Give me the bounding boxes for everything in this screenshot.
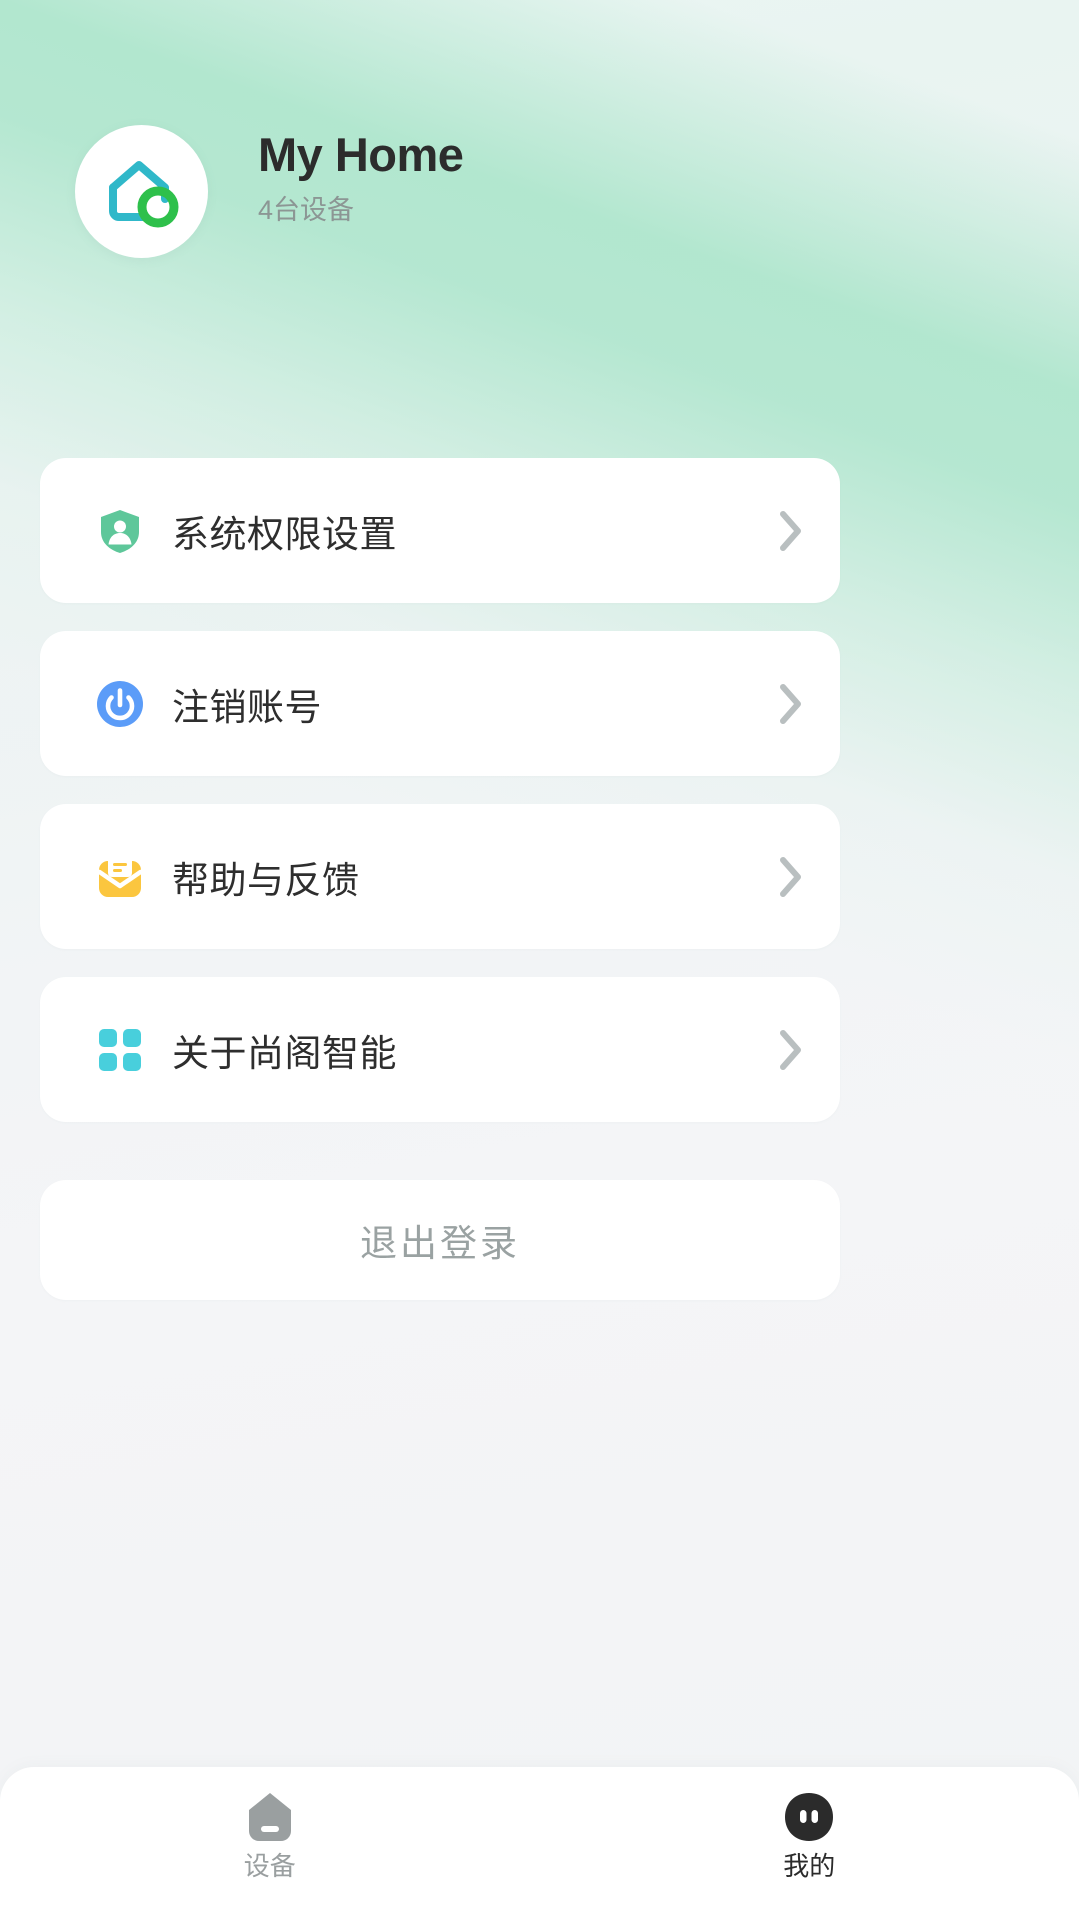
- app-screen: My Home 4台设备 系统权限设置 注销账号 帮助与反馈 关于尚阁智能 退出…: [0, 0, 1079, 1919]
- menu-item-label: 帮助与反馈: [172, 859, 360, 901]
- chevron-right-icon[interactable]: [776, 854, 806, 900]
- power-button-icon: [96, 680, 144, 728]
- header-text-block: My Home 4台设备: [258, 128, 958, 226]
- profile-header: My Home 4台设备: [0, 0, 1079, 450]
- chevron-right-icon[interactable]: [776, 681, 806, 727]
- chevron-right-icon[interactable]: [776, 1027, 806, 1073]
- menu-item-help-feedback[interactable]: 帮助与反馈: [40, 804, 840, 949]
- logout-button-label: 退出登录: [360, 1223, 520, 1264]
- envelope-message-icon: [96, 853, 144, 901]
- menu-item-label: 系统权限设置: [172, 513, 397, 555]
- logout-button[interactable]: 退出登录: [40, 1180, 840, 1300]
- avatar[interactable]: [75, 125, 208, 258]
- grid-squares-icon: [96, 1026, 144, 1074]
- shield-person-icon: [96, 507, 144, 555]
- device-count-label: 4台设备: [258, 195, 355, 226]
- tab-devices[interactable]: 设备: [0, 1767, 540, 1919]
- profile-face-icon: [783, 1789, 835, 1845]
- page-title: My Home: [258, 128, 464, 181]
- home-logo-icon: [99, 149, 185, 235]
- menu-item-about[interactable]: 关于尚阁智能: [40, 977, 840, 1122]
- tab-label: 我的: [783, 1851, 836, 1881]
- menu-item-label: 注销账号: [172, 686, 322, 728]
- tab-label: 设备: [243, 1851, 296, 1881]
- settings-menu: 系统权限设置 注销账号 帮助与反馈 关于尚阁智能: [40, 458, 840, 1150]
- menu-item-label: 关于尚阁智能: [172, 1032, 397, 1074]
- menu-item-delete-account[interactable]: 注销账号: [40, 631, 840, 776]
- menu-item-system-permissions[interactable]: 系统权限设置: [40, 458, 840, 603]
- home-outline-icon: [245, 1789, 295, 1845]
- chevron-right-icon[interactable]: [776, 508, 806, 554]
- bottom-tab-bar: 设备 我的: [0, 1767, 1079, 1919]
- tab-profile[interactable]: 我的: [540, 1767, 1079, 1919]
